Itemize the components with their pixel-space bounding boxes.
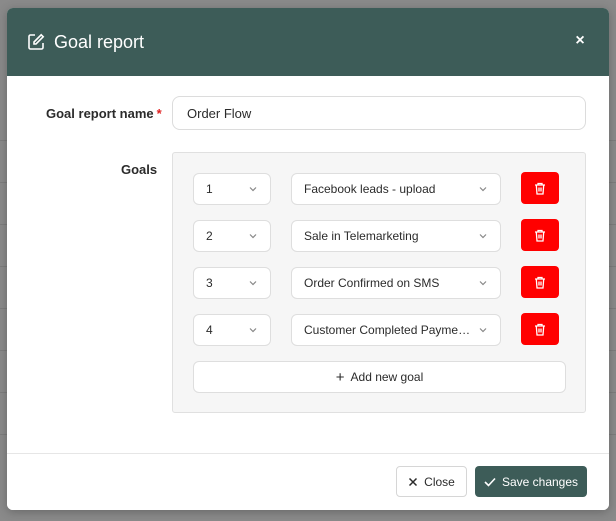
delete-goal-button[interactable] <box>521 172 559 204</box>
delete-goal-button[interactable] <box>521 313 559 345</box>
goal-report-name-input[interactable] <box>172 96 586 130</box>
x-icon <box>408 477 418 487</box>
chevron-down-icon <box>248 231 258 241</box>
goal-order-select[interactable]: 4 <box>193 314 271 346</box>
goal-report-modal: Goal report × Goal report name* Goals 1 … <box>7 8 609 510</box>
chevron-down-icon <box>248 184 258 194</box>
goal-value: Facebook leads - upload <box>304 182 436 196</box>
trash-icon <box>534 276 546 289</box>
goal-order-value: 2 <box>206 229 213 243</box>
add-new-goal-label: Add new goal <box>350 370 424 384</box>
close-icon[interactable]: × <box>571 32 589 50</box>
add-new-goal-button[interactable]: + Add new goal <box>193 361 566 393</box>
close-button-label: Close <box>424 474 455 489</box>
goal-order-value: 1 <box>206 182 213 196</box>
chevron-down-icon <box>248 325 258 335</box>
trash-icon <box>534 229 546 242</box>
goals-label: Goals <box>121 162 158 177</box>
chevron-down-icon <box>478 325 488 335</box>
delete-goal-button[interactable] <box>521 266 559 298</box>
goal-select[interactable]: Order Confirmed on SMS <box>291 267 501 299</box>
goal-row: 2 Sale in Telemarketing <box>193 219 573 252</box>
modal-title: Goal report <box>54 31 145 52</box>
goal-select[interactable]: Customer Completed Payment... <box>291 314 501 346</box>
goal-select[interactable]: Sale in Telemarketing <box>291 220 501 252</box>
goal-value: Customer Completed Payment... <box>304 323 472 337</box>
goal-row: 3 Order Confirmed on SMS <box>193 266 573 299</box>
chevron-down-icon <box>478 184 488 194</box>
delete-goal-button[interactable] <box>521 219 559 251</box>
modal-body: Goal report name* Goals 1 Facebook leads… <box>7 76 609 454</box>
edit-icon <box>27 33 45 51</box>
chevron-down-icon <box>248 278 258 288</box>
chevron-down-icon <box>478 278 488 288</box>
chevron-down-icon <box>478 231 488 241</box>
goal-order-select[interactable]: 1 <box>193 173 271 205</box>
trash-icon <box>534 182 546 195</box>
check-icon <box>484 477 496 487</box>
modal-header: Goal report × <box>7 8 609 76</box>
goals-panel: 1 Facebook leads - upload 2 Sale in Tele… <box>172 152 586 413</box>
save-changes-label: Save changes <box>501 474 579 489</box>
modal-footer: Close Save changes <box>7 453 609 510</box>
plus-icon: + <box>335 368 345 386</box>
goal-order-value: 4 <box>206 323 213 337</box>
goal-order-select[interactable]: 2 <box>193 220 271 252</box>
goal-value: Order Confirmed on SMS <box>304 276 440 290</box>
goal-row: 1 Facebook leads - upload <box>193 172 573 205</box>
goal-value: Sale in Telemarketing <box>304 229 419 243</box>
goal-report-name-label-text: Goal report name <box>46 106 154 121</box>
goal-select[interactable]: Facebook leads - upload <box>291 173 501 205</box>
trash-icon <box>534 323 546 336</box>
goal-order-value: 3 <box>206 276 213 290</box>
required-mark: * <box>156 106 162 121</box>
goal-report-name-label: Goal report name * <box>46 106 162 121</box>
goal-order-select[interactable]: 3 <box>193 267 271 299</box>
save-changes-button[interactable]: Save changes <box>475 466 587 497</box>
close-button[interactable]: Close <box>396 466 467 497</box>
goal-row: 4 Customer Completed Payment... <box>193 313 573 346</box>
